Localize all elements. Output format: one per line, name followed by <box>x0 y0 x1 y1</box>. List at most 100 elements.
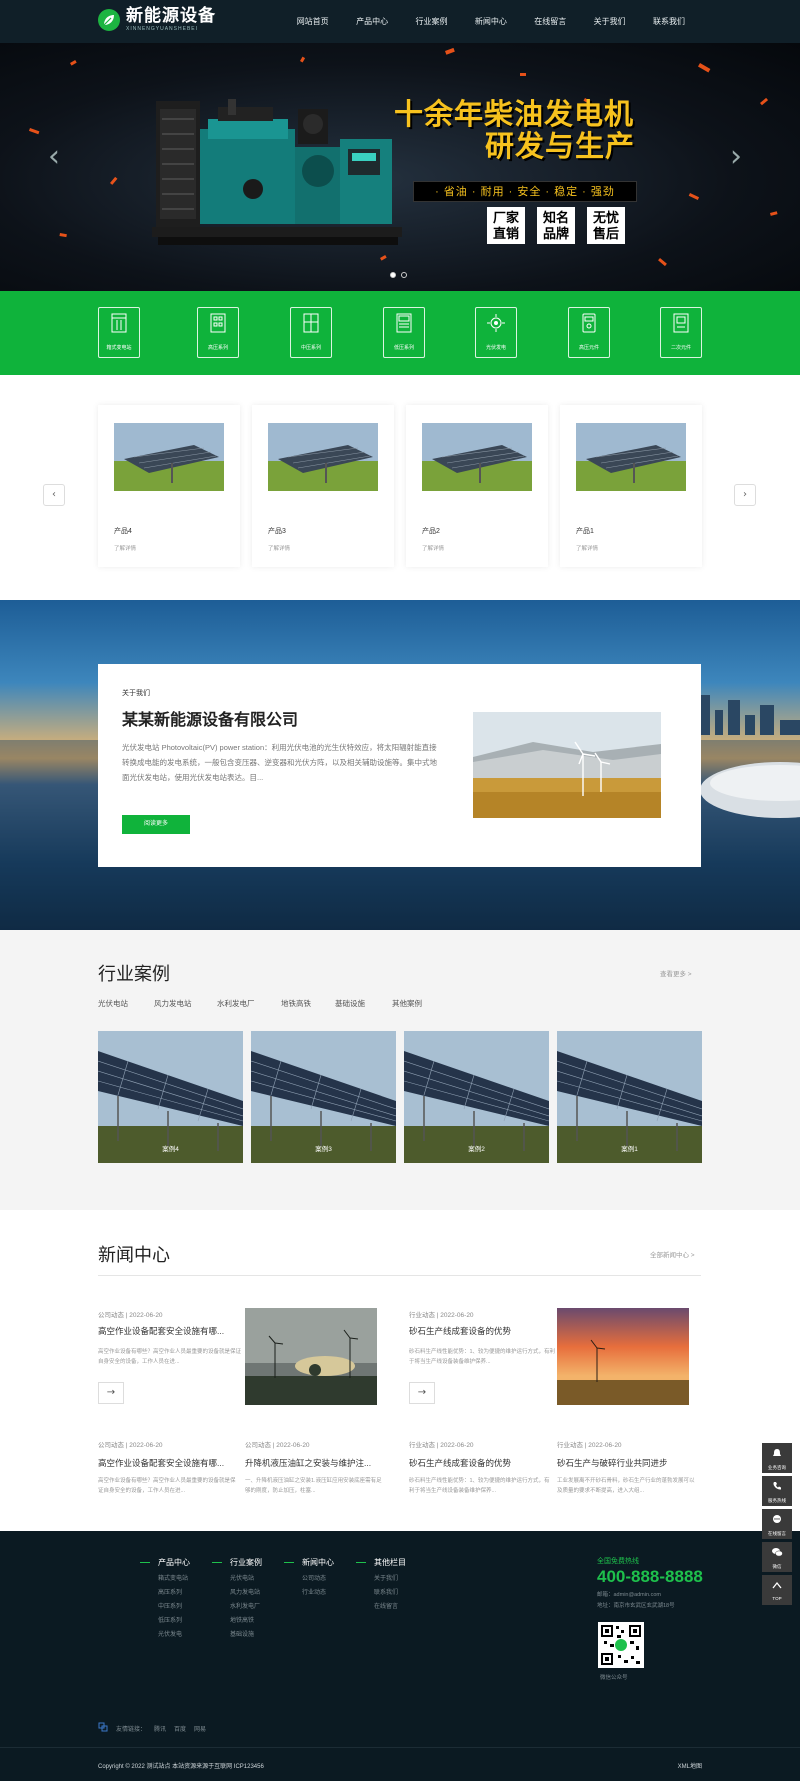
site-logo[interactable]: 新能源设备 XINNENGYUANSHEBEI <box>98 7 216 33</box>
category-low-voltage[interactable]: 低压系列 <box>383 307 425 358</box>
product-more-link[interactable]: 了解详情 <box>576 544 598 552</box>
case-card[interactable]: 案例2 <box>404 1031 549 1163</box>
phone-icon <box>773 1482 781 1490</box>
banner-tag-brand: 知名 品牌 <box>537 207 575 244</box>
case-card[interactable]: 案例4 <box>98 1031 243 1163</box>
link-icon <box>98 1722 108 1734</box>
products-next-button[interactable]: › <box>734 484 756 506</box>
cases-more-link[interactable]: 查看更多 > <box>660 968 692 978</box>
category-label: 低压系列 <box>393 345 414 351</box>
footer-link[interactable]: 在线留言 <box>356 1601 406 1610</box>
product-more-link[interactable]: 了解详情 <box>422 544 444 552</box>
footer-link[interactable]: 行业动态 <box>284 1587 334 1596</box>
product-card[interactable]: 产品1 了解详情 <box>560 405 702 567</box>
side-message-button[interactable]: 在线留言 <box>762 1509 792 1539</box>
category-photovoltaic[interactable]: 光伏发电 <box>475 307 517 358</box>
news-item-title[interactable]: 高空作业设备配套安全设施有哪... <box>98 1457 224 1469</box>
side-hotline-button[interactable]: 服务热线 <box>762 1476 792 1506</box>
relay-icon <box>661 313 701 335</box>
news-item-title[interactable]: 砂石生产线成套设备的优势 <box>409 1325 511 1337</box>
product-name: 产品3 <box>268 528 286 535</box>
footer-link[interactable]: 水利发电厂 <box>212 1601 262 1610</box>
banner-dot-active[interactable] <box>390 272 396 278</box>
nav-products[interactable]: 产品中心 <box>342 0 401 43</box>
product-card[interactable]: 产品4 了解详情 <box>98 405 240 567</box>
banner-tag-factory: 厂家 直销 <box>487 207 525 244</box>
footer-link[interactable]: 地铁高铁 <box>212 1615 262 1624</box>
xml-sitemap-link[interactable]: XML地图 <box>678 1761 702 1770</box>
case-tab[interactable]: 其他案例 <box>392 998 422 1009</box>
friend-link[interactable]: 网易 <box>194 1724 206 1733</box>
products-prev-button[interactable]: ‹ <box>43 484 65 506</box>
category-bar: 箱式变电站 高压系列 中压系列 低压系列 光伏发电 高压元件 二次元件 <box>0 291 800 375</box>
side-label: 微信 <box>772 1564 782 1569</box>
category-medium-voltage[interactable]: 中压系列 <box>290 307 332 358</box>
news-meta: 行业动态 | 2022-06-20 <box>557 1442 622 1449</box>
case-tab[interactable]: 风力发电站 <box>154 998 192 1009</box>
case-tab[interactable]: 地铁高铁 <box>281 998 311 1009</box>
footer-link[interactable]: 光伏发电 <box>140 1629 190 1638</box>
news-divider <box>98 1275 701 1276</box>
category-hv-components[interactable]: 高压元件 <box>568 307 610 358</box>
footer-email: 邮箱：admin@admin.com <box>597 1592 661 1598</box>
news-item-desc: 砂石料生产线性能优势：1、较为便捷的维护运行方式，有利于将当生产线设备装备维护保… <box>409 1478 550 1494</box>
footer-link[interactable]: 箱式变电站 <box>140 1573 190 1582</box>
case-card[interactable]: 案例3 <box>251 1031 396 1163</box>
case-tab[interactable]: 水利发电厂 <box>217 998 255 1009</box>
case-label: 案例4 <box>162 1146 179 1153</box>
case-tab[interactable]: 光伏电站 <box>98 998 128 1009</box>
meter-icon <box>569 313 609 335</box>
banner-dot[interactable] <box>401 272 407 278</box>
side-consult-button[interactable]: 业务咨询 <box>762 1443 792 1473</box>
footer-link[interactable]: 低压系列 <box>140 1615 190 1624</box>
side-wechat-button[interactable]: 微信 <box>762 1542 792 1572</box>
solar-panel-image <box>114 423 224 491</box>
banner-prev-arrow[interactable]: ‹ <box>48 139 60 174</box>
hotline-number[interactable]: 400-888-8888 <box>597 1567 703 1587</box>
sunset-field-image <box>557 1308 689 1405</box>
news-arrow-button[interactable]: → <box>98 1382 124 1404</box>
product-more-link[interactable]: 了解详情 <box>268 544 290 552</box>
about-description: 光伏发电站 Photovoltaic(PV) power station：利用光… <box>122 743 437 782</box>
friend-link[interactable]: 百度 <box>174 1724 186 1733</box>
read-more-button[interactable]: 阅读更多 <box>122 815 190 834</box>
nav-contact[interactable]: 联系我们 <box>639 0 698 43</box>
nav-cases[interactable]: 行业案例 <box>402 0 461 43</box>
wind-sunset-image <box>245 1308 377 1405</box>
news-arrow-button[interactable]: → <box>409 1382 435 1404</box>
nav-about[interactable]: 关于我们 <box>580 0 639 43</box>
case-card[interactable]: 案例1 <box>557 1031 702 1163</box>
footer-link[interactable]: 基础设施 <box>212 1629 262 1638</box>
nav-message[interactable]: 在线留言 <box>521 0 580 43</box>
diesel-generator-image <box>152 99 402 245</box>
banner-next-arrow[interactable]: › <box>730 139 742 174</box>
hero-banner: ‹ › 十余年柴油发电机 研发与生产 · 省油 · 耐用 · 安全 · 稳定 ·… <box>0 43 800 291</box>
news-item-title[interactable]: 砂石生产与破碎行业共同进步 <box>557 1457 668 1469</box>
footer-link[interactable]: 关于我们 <box>356 1573 406 1582</box>
product-card[interactable]: 产品2 了解详情 <box>406 405 548 567</box>
product-card[interactable]: 产品3 了解详情 <box>252 405 394 567</box>
footer-link[interactable]: 高压系列 <box>140 1587 190 1596</box>
footer-link[interactable]: 光伏电站 <box>212 1573 262 1582</box>
category-label: 中压系列 <box>300 345 321 351</box>
case-tab[interactable]: 基础设施 <box>335 998 365 1009</box>
footer-link[interactable]: 中压系列 <box>140 1601 190 1610</box>
category-box-substation[interactable]: 箱式变电站 <box>98 307 140 358</box>
nav-home[interactable]: 网站首页 <box>283 0 342 43</box>
friend-link[interactable]: 腾讯 <box>154 1724 166 1733</box>
footer-link[interactable]: 公司动态 <box>284 1573 334 1582</box>
product-more-link[interactable]: 了解详情 <box>114 544 136 552</box>
banner-features-strip: · 省油 · 耐用 · 安全 · 稳定 · 强劲 <box>413 181 637 202</box>
category-label: 箱式变电站 <box>106 345 132 351</box>
nav-news[interactable]: 新闻中心 <box>461 0 520 43</box>
category-secondary-components[interactable]: 二次元件 <box>660 307 702 358</box>
news-more-link[interactable]: 全部新闻中心 > <box>650 1249 695 1259</box>
solar-panel-image <box>422 423 532 491</box>
footer-link[interactable]: 风力发电站 <box>212 1587 262 1596</box>
footer-link[interactable]: 联系我们 <box>356 1587 406 1596</box>
category-high-voltage[interactable]: 高压系列 <box>197 307 239 358</box>
news-item-title[interactable]: 砂石生产线成套设备的优势 <box>409 1457 511 1469</box>
news-item-title[interactable]: 升降机液压油缸之安装与维护注... <box>245 1457 371 1469</box>
news-item-title[interactable]: 高空作业设备配套安全设施有哪... <box>98 1325 224 1337</box>
back-to-top-button[interactable]: TOP <box>762 1575 792 1605</box>
